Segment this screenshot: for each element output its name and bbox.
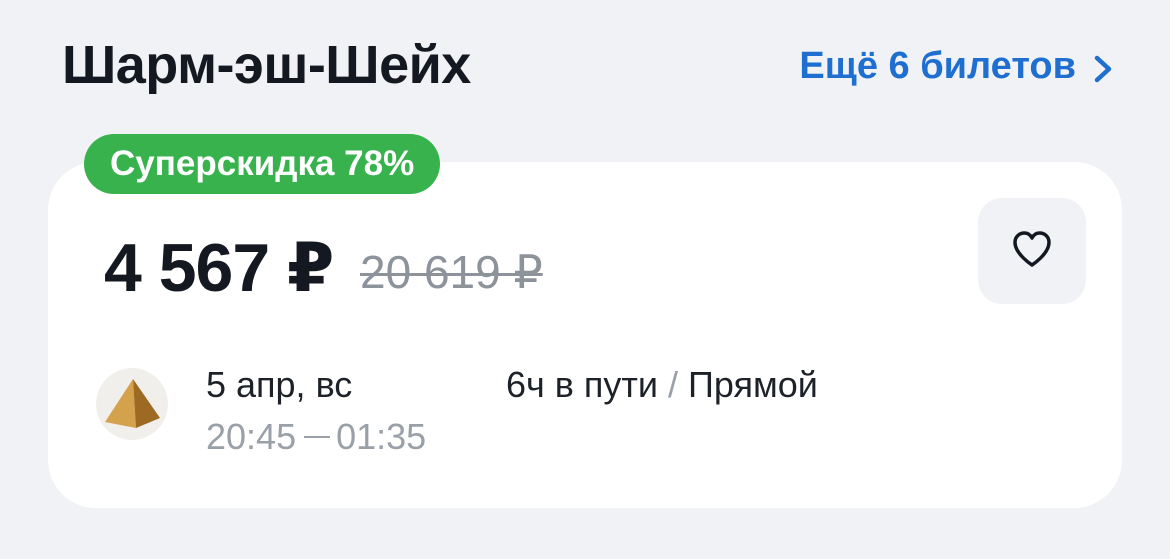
discount-badge: Суперскидка 78% [84,134,441,194]
flight-info: 6ч в пути / Прямой [506,362,818,408]
more-tickets-link[interactable]: Ещё 6 билетов [799,44,1116,88]
info-separator: / [668,364,679,405]
flight-times: 20:45 01:35 [206,414,426,460]
depart-time: 20:45 [206,416,297,457]
chevron-right-icon [1090,51,1116,83]
old-price: 20 619 ₽ [360,246,543,298]
flight-date: 5 апр, вс [206,364,353,405]
flight-stops: Прямой [688,364,818,405]
airline-logo [96,368,168,440]
price: 4 567 ₽ [104,230,334,306]
heart-icon [1011,229,1053,274]
flight-duration: 6ч в пути [506,364,658,405]
time-dash [304,436,331,438]
page-title: Шарм-эш-Шейх [62,35,471,95]
arrive-time: 01:35 [336,416,427,457]
pyramid-logo-icon [100,370,164,439]
more-tickets-label: Ещё 6 билетов [799,44,1076,87]
favorite-button[interactable] [978,198,1086,304]
